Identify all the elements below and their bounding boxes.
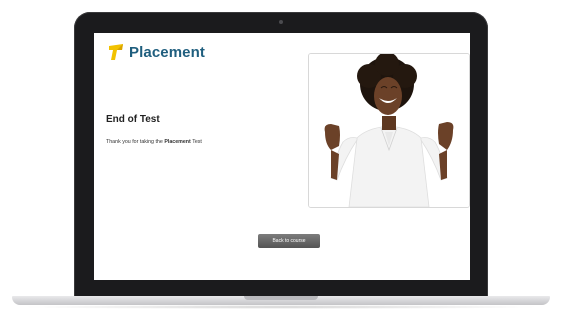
laptop-base-notch (244, 296, 318, 300)
message-suffix: Test (190, 139, 202, 145)
back-to-course-button[interactable]: Back to course (258, 234, 320, 248)
completion-message: Thank you for taking the Placement Test (106, 139, 202, 145)
celebration-photo (308, 53, 470, 208)
celebrating-person-photo (309, 54, 469, 207)
message-brand: Placement (164, 139, 191, 145)
laptop-camera (279, 20, 283, 24)
page-title: End of Test (106, 114, 160, 125)
brand-name: Placement (129, 43, 205, 61)
laptop-screen: Placement End of Test Thank you for taki… (94, 33, 470, 280)
placement-flag-icon (109, 44, 123, 60)
brand-logo: Placement (108, 43, 205, 61)
message-prefix: Thank you for taking the (106, 139, 165, 145)
laptop-shadow (20, 305, 542, 309)
